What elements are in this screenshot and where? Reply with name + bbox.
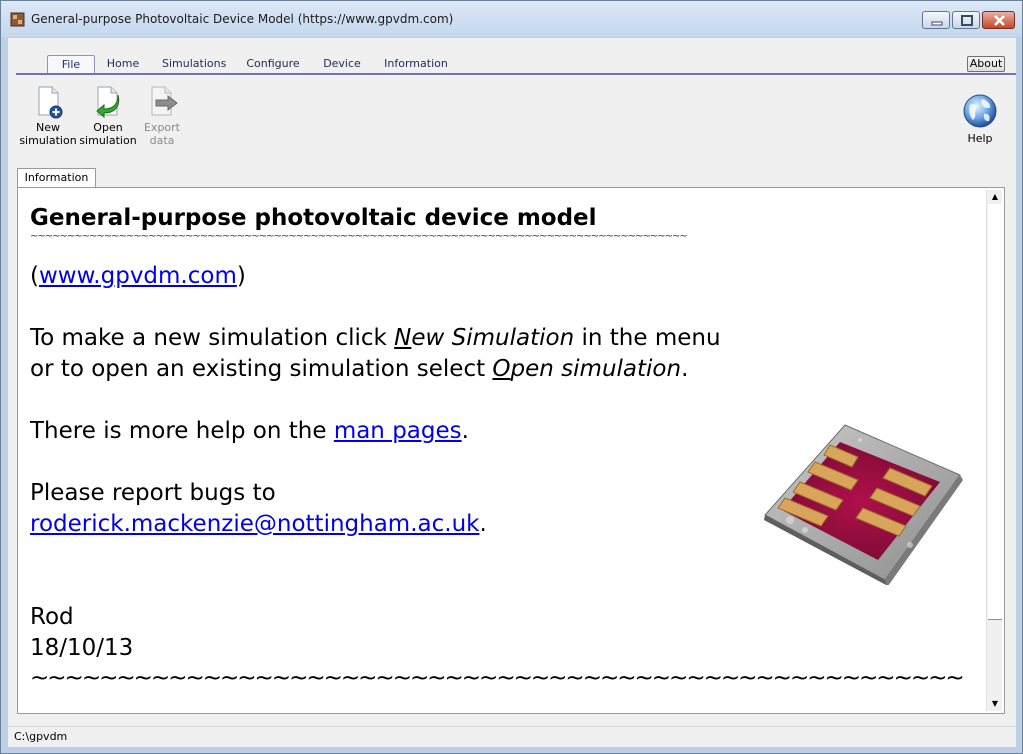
heading-underline: ~~~~~~~~~~~~~~~~~~~~~~~~~~~~~~~~~~~~~~~~… <box>30 231 688 242</box>
line2-em-first: O <box>492 356 511 382</box>
export-data-label-1: Export <box>143 121 180 134</box>
open-simulation-label-2: simulation <box>79 134 137 147</box>
closing-rule: ~~~~~~~~~~~~~~~~~~~~~~~~~~~~~~~~~~~~~~~~… <box>30 665 965 691</box>
line1-post: in the menu <box>574 325 721 351</box>
status-bar: C:\gpvdm <box>8 726 1016 747</box>
information-panel: General-purpose photovoltaic device mode… <box>17 187 1005 714</box>
help-label: Help <box>967 132 993 145</box>
maximize-icon <box>961 15 973 26</box>
new-document-icon <box>38 86 63 119</box>
export-data-label-2: data <box>149 134 175 147</box>
bugs-line: Please report bugs to <box>30 480 276 506</box>
help-pre: There is more help on the <box>30 418 334 444</box>
export-icon <box>151 86 178 116</box>
line1-em-rest: ew Simulation <box>411 325 575 351</box>
main-window: General-purpose Photovoltaic Device Mode… <box>0 0 1023 754</box>
scroll-thumb[interactable] <box>988 204 1002 620</box>
tab-simulations[interactable]: Simulations <box>162 55 226 75</box>
new-simulation-label-1: New <box>36 121 60 134</box>
site-line: (www.gpvdm.com) <box>30 261 770 292</box>
help-line: There is more help on the man pages. <box>30 416 770 447</box>
globe-help-icon <box>963 94 997 128</box>
open-simulation-button[interactable]: Open simulation <box>78 85 138 147</box>
help-button[interactable]: Help <box>957 93 1003 145</box>
vertical-scrollbar[interactable]: ▲ ▼ <box>986 190 1002 711</box>
line1-em-first: N <box>394 325 412 351</box>
close-paren: ) <box>236 263 246 289</box>
tab-home[interactable]: Home <box>104 55 142 75</box>
man-pages-link[interactable]: man pages <box>334 418 462 444</box>
tab-device[interactable]: Device <box>322 55 362 75</box>
open-paren: ( <box>30 263 39 289</box>
app-logo-icon <box>10 12 25 27</box>
email-post: . <box>479 511 487 537</box>
site-link[interactable]: www.gpvdm.com <box>39 263 237 289</box>
info-document: General-purpose photovoltaic device mode… <box>20 190 984 711</box>
new-simulation-label-2: simulation <box>19 134 77 147</box>
close-icon <box>994 15 1005 26</box>
scroll-up-arrow-icon[interactable]: ▲ <box>987 190 1003 204</box>
minimize-button[interactable] <box>922 11 950 29</box>
window-title: General-purpose Photovoltaic Device Mode… <box>31 12 454 26</box>
signature: Rod <box>30 604 74 630</box>
open-sim-line: or to open an existing simulation select… <box>30 354 770 385</box>
tab-configure[interactable]: Configure <box>245 55 301 75</box>
tab-information[interactable]: Information <box>384 55 448 75</box>
minimize-icon <box>931 21 943 26</box>
tab-file[interactable]: File <box>47 55 95 75</box>
open-simulation-label-1: Open <box>93 121 123 134</box>
client-area: File Home Simulations Configure Device I… <box>8 38 1016 747</box>
line1-pre: To make a new simulation click <box>30 325 395 351</box>
close-button[interactable] <box>982 11 1015 29</box>
scroll-down-arrow-icon[interactable]: ▼ <box>987 697 1003 711</box>
document-body: General-purpose photovoltaic device mode… <box>30 204 965 692</box>
open-document-icon <box>96 86 120 119</box>
title-bar[interactable]: General-purpose Photovoltaic Device Mode… <box>1 1 1022 37</box>
solar-cell-device-image <box>764 424 963 585</box>
new-simulation-button[interactable]: New simulation <box>18 85 78 147</box>
signature-date: 18/10/13 <box>30 635 134 661</box>
help-post: . <box>461 418 469 444</box>
export-data-button[interactable]: Export data <box>132 85 192 147</box>
document-heading: General-purpose photovoltaic device mode… <box>30 205 597 231</box>
new-sim-line: To make a new simulation click New Simul… <box>30 323 770 354</box>
status-path: C:\gpvdm <box>14 730 68 743</box>
ribbon-divider <box>16 73 1016 75</box>
about-button[interactable]: About <box>967 56 1005 72</box>
maximize-button[interactable] <box>952 11 980 29</box>
line2-em-rest: pen simulation <box>510 356 682 382</box>
line2-post: . <box>681 356 689 382</box>
email-line: roderick.mackenzie@nottingham.ac.uk. <box>30 509 770 540</box>
line2-pre: or to open an existing simulation select <box>30 356 493 382</box>
email-link[interactable]: roderick.mackenzie@nottingham.ac.uk <box>30 511 479 537</box>
tab-information-panel[interactable]: Information <box>17 168 96 188</box>
